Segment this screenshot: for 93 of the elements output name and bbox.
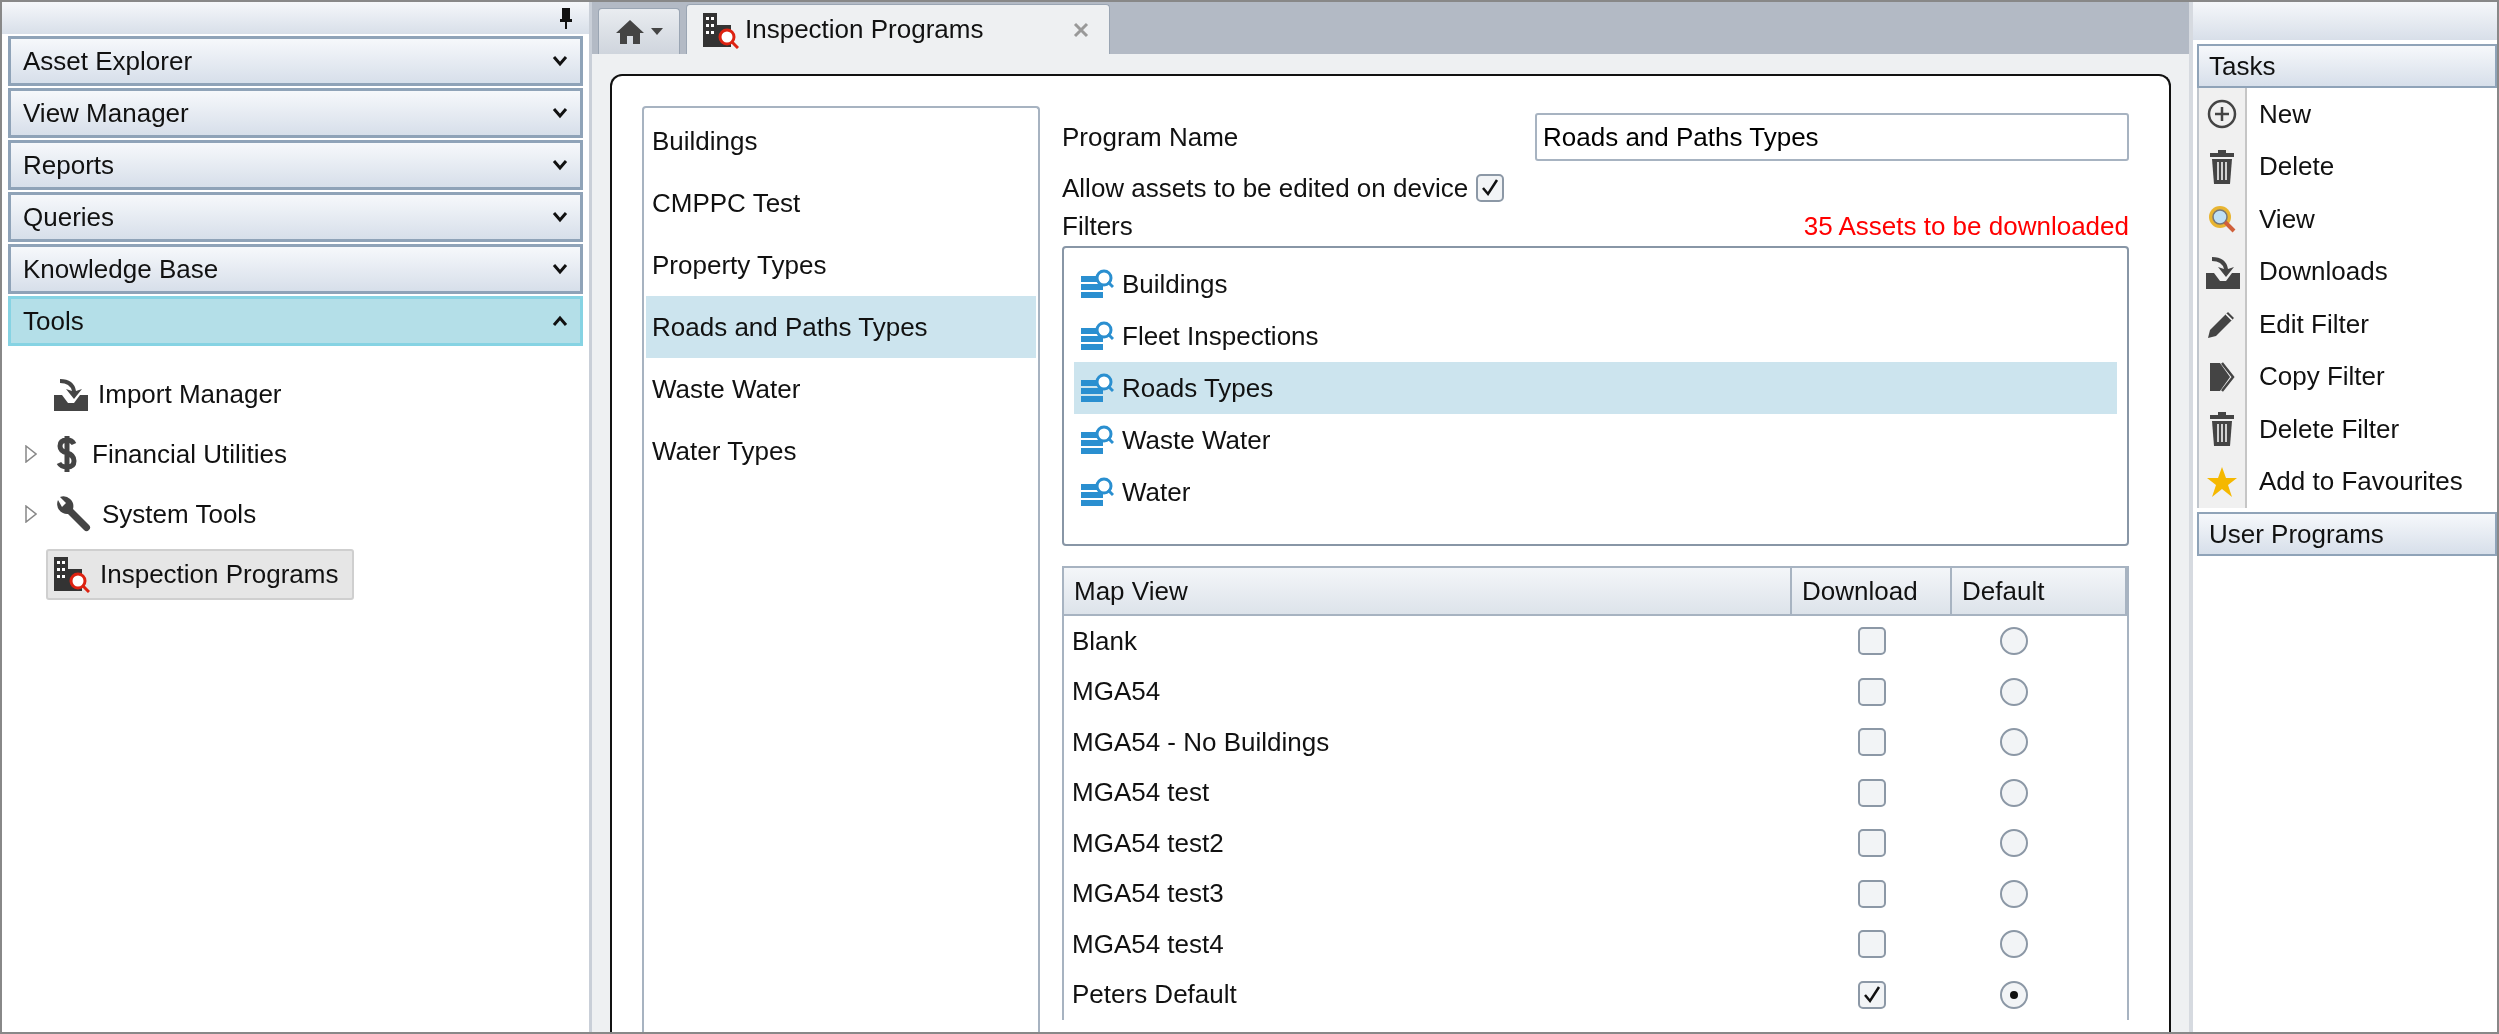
tray-arrow-icon bbox=[2204, 254, 2240, 289]
table-cell-text: Blank bbox=[1071, 624, 1139, 658]
database-search-icon bbox=[1080, 476, 1114, 508]
table-cell-text: MGA54 - No Buildings bbox=[1071, 725, 1331, 759]
chevron-down-icon bbox=[552, 159, 568, 171]
pin-icon bbox=[559, 7, 573, 29]
table-cell-text: MGA54 test3 bbox=[1071, 877, 1225, 911]
table-cell-text: Peters Default bbox=[1071, 978, 1238, 1012]
chevron-arrow-icon bbox=[2208, 360, 2236, 393]
field-label: Program Name bbox=[1062, 120, 1239, 154]
task-item[interactable]: Delete bbox=[2199, 140, 2497, 193]
home-button[interactable] bbox=[598, 8, 680, 54]
tree-item[interactable]: Inspection Programs bbox=[46, 548, 355, 600]
trash-icon bbox=[2209, 149, 2235, 184]
accordion-header[interactable]: View Manager bbox=[8, 88, 583, 138]
panel-header[interactable]: Tasks bbox=[2197, 44, 2497, 88]
tray-arrow-icon bbox=[52, 377, 88, 411]
tree-item[interactable]: Financial Utilities bbox=[46, 428, 304, 480]
checkbox[interactable] bbox=[1858, 728, 1886, 757]
trash-icon bbox=[2209, 412, 2235, 447]
database-search-icon bbox=[1080, 268, 1114, 300]
checkbox[interactable] bbox=[1858, 980, 1886, 1009]
home-icon bbox=[615, 18, 645, 45]
radio-button[interactable] bbox=[2000, 829, 2028, 858]
column-header: Map View bbox=[1064, 568, 1792, 614]
list-item[interactable]: Water bbox=[1074, 466, 2117, 518]
checkbox[interactable] bbox=[1858, 829, 1886, 858]
list-item[interactable]: Waste Water bbox=[646, 358, 1036, 420]
task-item[interactable]: Downloads bbox=[2199, 245, 2497, 298]
radio-button[interactable] bbox=[2000, 980, 2028, 1009]
checkbox-label: Allow assets to be edited on device bbox=[1062, 171, 1469, 205]
radio-button[interactable] bbox=[2000, 879, 2028, 908]
tree-item[interactable]: System Tools bbox=[46, 488, 273, 540]
checkbox[interactable] bbox=[1858, 778, 1886, 807]
table-cell-text: MGA54 test4 bbox=[1071, 927, 1225, 961]
building-magnifier-icon bbox=[701, 10, 739, 49]
caret-icon bbox=[651, 28, 663, 35]
list-item[interactable]: Buildings bbox=[1074, 258, 2117, 310]
task-item[interactable]: Edit Filter bbox=[2199, 298, 2497, 351]
chevron-up-icon bbox=[552, 315, 568, 327]
column-header: Download bbox=[1792, 568, 1952, 614]
column-header: Default bbox=[1952, 568, 2127, 614]
checkbox[interactable] bbox=[1858, 677, 1886, 706]
list-item[interactable]: Roads and Paths Types bbox=[646, 296, 1036, 358]
chevron-down-icon bbox=[552, 55, 568, 67]
checkbox[interactable] bbox=[1858, 930, 1886, 959]
task-item[interactable]: Copy Filter bbox=[2199, 350, 2497, 403]
expand-triangle-icon[interactable] bbox=[25, 445, 37, 463]
tab[interactable]: Inspection Programs bbox=[686, 4, 1111, 54]
tree-item[interactable]: Import Manager bbox=[46, 368, 298, 420]
input-field[interactable]: Roads and Paths Types bbox=[1535, 113, 2129, 161]
list-item[interactable]: CMPPC Test bbox=[646, 172, 1036, 234]
list-item[interactable]: Buildings bbox=[646, 110, 1036, 172]
expand-triangle-icon[interactable] bbox=[25, 505, 37, 523]
database-search-icon bbox=[1080, 320, 1114, 352]
task-item[interactable]: Add to Favourites bbox=[2199, 455, 2497, 508]
table-cell-text: MGA54 test2 bbox=[1071, 826, 1225, 860]
chevron-down-icon bbox=[552, 107, 568, 119]
checkbox[interactable] bbox=[1476, 174, 1505, 202]
task-item[interactable]: Delete Filter bbox=[2199, 403, 2497, 456]
star-icon bbox=[2206, 465, 2238, 498]
assets-count-text: 35 Assets to be downloaded bbox=[1803, 210, 2129, 243]
plus-circle-icon bbox=[2206, 98, 2238, 131]
chevron-down-icon bbox=[552, 211, 568, 223]
magnifier-icon bbox=[2207, 204, 2237, 235]
radio-button[interactable] bbox=[2000, 728, 2028, 757]
accordion-header[interactable]: Queries bbox=[8, 192, 583, 242]
accordion-header[interactable]: Knowledge Base bbox=[8, 244, 583, 294]
panel-header[interactable]: User Programs bbox=[2197, 512, 2497, 556]
accordion-header[interactable]: Tools bbox=[8, 296, 583, 346]
database-search-icon bbox=[1080, 372, 1114, 404]
chevron-down-icon bbox=[552, 263, 568, 275]
database-search-icon bbox=[1080, 424, 1114, 456]
list-item[interactable]: Water Types bbox=[646, 420, 1036, 482]
radio-button[interactable] bbox=[2000, 677, 2028, 706]
close-icon[interactable] bbox=[1073, 21, 1090, 38]
checkbox[interactable] bbox=[1858, 879, 1886, 908]
building-magnifier-icon bbox=[52, 555, 90, 593]
list-item[interactable]: Roads Types bbox=[1074, 362, 2117, 414]
task-item[interactable]: View bbox=[2199, 193, 2497, 246]
radio-button[interactable] bbox=[2000, 930, 2028, 959]
accordion-header[interactable]: Asset Explorer bbox=[8, 36, 583, 86]
radio-button[interactable] bbox=[2000, 627, 2028, 656]
list-item[interactable]: Fleet Inspections bbox=[1074, 310, 2117, 362]
accordion-header[interactable]: Reports bbox=[8, 140, 583, 190]
task-item[interactable]: New bbox=[2199, 88, 2497, 141]
list-item[interactable]: Waste Water bbox=[1074, 414, 2117, 466]
section-label: Filters bbox=[1062, 210, 1133, 243]
table-cell-text: MGA54 bbox=[1071, 675, 1162, 709]
checkbox[interactable] bbox=[1858, 627, 1886, 656]
list-item[interactable]: Property Types bbox=[646, 234, 1036, 296]
table-cell-text: MGA54 test bbox=[1071, 776, 1211, 810]
radio-button[interactable] bbox=[2000, 778, 2028, 807]
